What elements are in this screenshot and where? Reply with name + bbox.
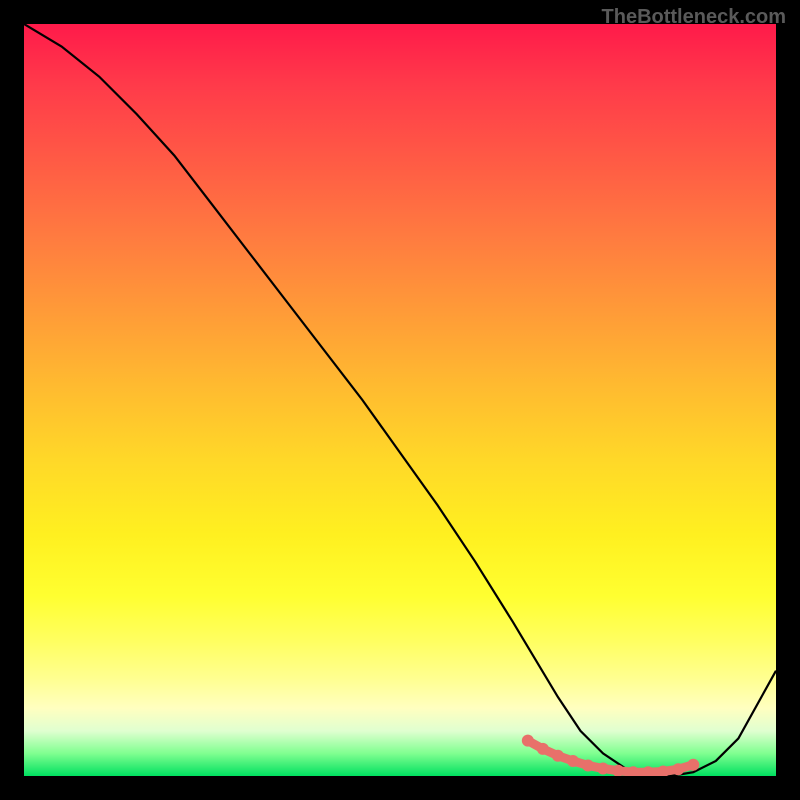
marker-dot bbox=[687, 759, 699, 771]
watermark-text: TheBottleneck.com bbox=[602, 6, 786, 29]
marker-dot bbox=[597, 762, 609, 774]
bottleneck-curve bbox=[24, 24, 776, 776]
optimal-markers bbox=[522, 735, 699, 776]
marker-dot bbox=[522, 735, 534, 747]
marker-dot bbox=[582, 759, 594, 771]
marker-dot bbox=[537, 743, 549, 755]
plot-area bbox=[24, 24, 776, 776]
marker-dot bbox=[672, 763, 684, 775]
chart-svg bbox=[24, 24, 776, 776]
marker-dot bbox=[552, 750, 564, 762]
marker-dot bbox=[567, 755, 579, 767]
